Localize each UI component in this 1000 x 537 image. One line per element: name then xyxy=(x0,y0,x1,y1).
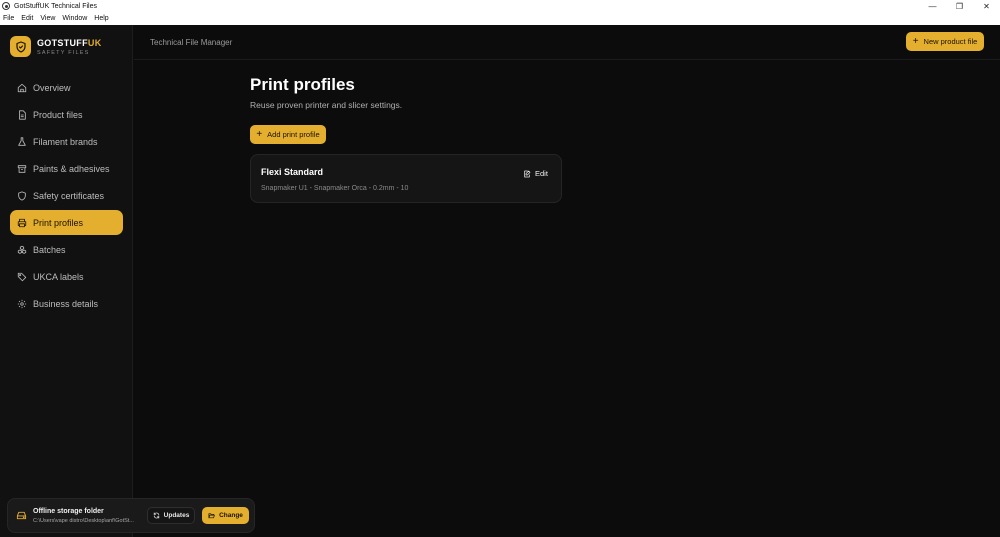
main-content: Print profiles Reuse proven printer and … xyxy=(134,61,1000,537)
shield-logo-icon xyxy=(10,36,31,57)
window-controls: — ❐ ✕ xyxy=(919,0,1000,12)
header-title: Technical File Manager xyxy=(150,38,233,47)
file-icon xyxy=(19,109,26,120)
profile-name: Flexi Standard xyxy=(261,167,324,177)
sidebar-item-print-profiles[interactable]: Print profiles xyxy=(10,210,123,235)
edit-icon xyxy=(524,170,531,177)
sidebar-item-paints-adhesives[interactable]: Paints & adhesives xyxy=(10,156,123,181)
brand-subtitle: SAFETY FILES xyxy=(37,49,90,56)
storage-path: C:\Users\vape distro\Desktop\anf\GotSt..… xyxy=(33,517,134,524)
restore-icon[interactable]: ❐ xyxy=(946,0,973,12)
sidebar-item-label: Print profiles xyxy=(33,217,84,228)
add-print-profile-button[interactable]: + Add print profile xyxy=(250,125,326,144)
gear-icon xyxy=(17,299,27,308)
brand-name: GOTSTUFFUK xyxy=(37,37,102,48)
sidebar-item-filament-brands[interactable]: Filament brands xyxy=(10,129,123,154)
tag-icon xyxy=(17,272,27,281)
menubar: File Edit View Window Help xyxy=(0,12,1000,25)
sidebar-item-product-files[interactable]: Product files xyxy=(10,102,123,127)
hard-drive-icon xyxy=(16,511,27,520)
sidebar-item-overview[interactable]: Overview xyxy=(10,75,123,100)
menu-help[interactable]: Help xyxy=(94,15,108,22)
sidebar-item-label: Paints & adhesives xyxy=(33,163,110,174)
window-titlebar: GotStuffUK Technical Files — ❐ ✕ xyxy=(0,0,1000,12)
sidebar: GOTSTUFFUK SAFETY FILES Overview Product… xyxy=(0,25,255,537)
minimize-icon[interactable]: — xyxy=(919,0,946,12)
storage-title: Offline storage folder xyxy=(33,507,104,515)
close-icon[interactable]: ✕ xyxy=(973,0,1000,12)
edit-profile-button[interactable]: Edit xyxy=(523,169,548,178)
app-icon xyxy=(2,2,10,10)
plus-icon: + xyxy=(256,128,263,140)
sidebar-nav: Overview Product files Filament brands P… xyxy=(10,75,123,318)
print-profile-card: Flexi Standard Snapmaker U1 - Snapmaker … xyxy=(250,154,562,203)
profile-meta: Snapmaker U1 - Snapmaker Orca - 0.2mm - … xyxy=(261,185,409,192)
page-subtitle: Reuse proven printer and slicer settings… xyxy=(250,100,403,110)
sidebar-item-business-details[interactable]: Business details xyxy=(10,291,123,316)
sidebar-item-label: Overview xyxy=(33,82,71,93)
menu-file[interactable]: File xyxy=(3,15,14,22)
sidebar-item-safety-certificates[interactable]: Safety certificates xyxy=(10,183,123,208)
shield-icon xyxy=(18,190,26,201)
top-header: Technical File Manager + New product fil… xyxy=(134,25,1000,60)
sidebar-item-label: UKCA labels xyxy=(33,271,84,282)
boxes-icon xyxy=(17,245,27,254)
archive-icon xyxy=(17,164,27,173)
brand: GOTSTUFFUK SAFETY FILES xyxy=(10,36,102,57)
sidebar-item-ukca-labels[interactable]: UKCA labels xyxy=(10,264,123,289)
plus-icon: + xyxy=(912,35,919,47)
new-product-file-button[interactable]: + New product file xyxy=(906,32,984,51)
sidebar-item-label: Batches xyxy=(33,244,66,255)
sidebar-item-label: Product files xyxy=(33,109,83,120)
printer-icon xyxy=(17,218,27,227)
menu-edit[interactable]: Edit xyxy=(21,15,33,22)
menu-window[interactable]: Window xyxy=(62,15,87,22)
sidebar-item-label: Filament brands xyxy=(33,136,98,147)
sidebar-item-label: Safety certificates xyxy=(33,190,105,201)
home-icon xyxy=(17,83,27,92)
flask-icon xyxy=(18,136,26,146)
sidebar-item-batches[interactable]: Batches xyxy=(10,237,123,262)
sidebar-item-label: Business details xyxy=(33,298,99,309)
window-title: GotStuffUK Technical Files xyxy=(14,2,98,10)
menu-view[interactable]: View xyxy=(40,15,55,22)
page-title: Print profiles xyxy=(250,75,355,94)
